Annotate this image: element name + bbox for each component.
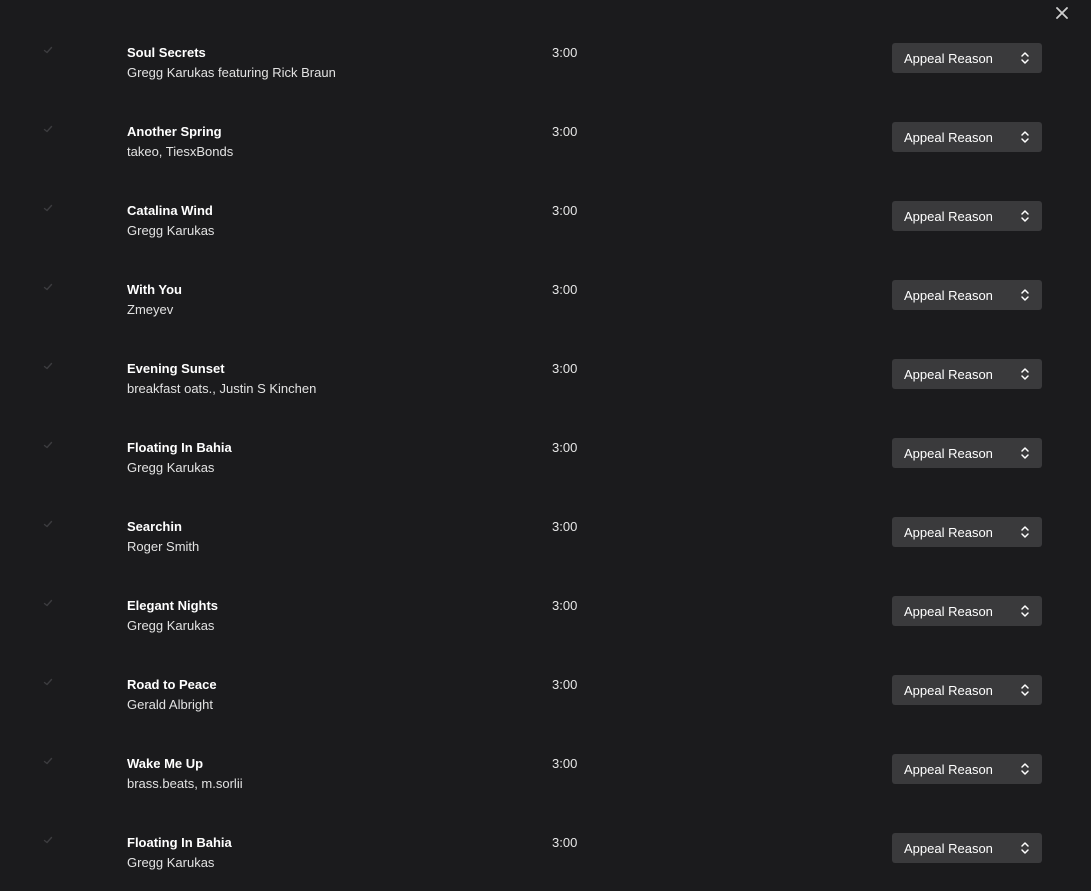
track-artist: Gregg Karukas bbox=[127, 223, 215, 238]
check-icon[interactable] bbox=[42, 122, 54, 134]
track-duration: 3:00 bbox=[552, 361, 578, 376]
check-icon[interactable] bbox=[42, 675, 54, 687]
appeal-reason-label: Appeal Reason bbox=[904, 129, 993, 145]
track-duration: 3:00 bbox=[552, 282, 578, 297]
track-row: With You Zmeyev 3:00 Appeal Reason bbox=[0, 280, 1091, 359]
track-title: Floating In Bahia bbox=[127, 835, 232, 850]
track-duration: 3:00 bbox=[552, 203, 578, 218]
track-title: Evening Sunset bbox=[127, 361, 225, 376]
chevron-up-down-icon bbox=[1020, 525, 1030, 539]
track-duration: 3:00 bbox=[552, 835, 578, 850]
track-artist: Roger Smith bbox=[127, 539, 200, 554]
appeal-reason-label: Appeal Reason bbox=[904, 603, 993, 619]
appeal-reason-select[interactable]: Appeal Reason bbox=[892, 675, 1042, 705]
check-icon[interactable] bbox=[42, 438, 54, 450]
track-title: Floating In Bahia bbox=[127, 440, 232, 455]
track-duration: 3:00 bbox=[552, 519, 578, 534]
appeal-reason-label: Appeal Reason bbox=[904, 840, 993, 856]
track-duration: 3:00 bbox=[552, 677, 578, 692]
check-icon[interactable] bbox=[42, 517, 54, 529]
appeal-reason-select[interactable]: Appeal Reason bbox=[892, 43, 1042, 73]
track-row: Elegant Nights Gregg Karukas 3:00 Appeal… bbox=[0, 596, 1091, 675]
appeal-reason-select[interactable]: Appeal Reason bbox=[892, 438, 1042, 468]
track-artist: takeo, TiesxBonds bbox=[127, 144, 234, 159]
track-title: Another Spring bbox=[127, 124, 222, 139]
track-row: Wake Me Up brass.beats, m.sorlii 3:00 Ap… bbox=[0, 754, 1091, 833]
track-artist: Gregg Karukas featuring Rick Braun bbox=[127, 65, 336, 80]
track-artist: Zmeyev bbox=[127, 302, 174, 317]
track-list: Soul Secrets Gregg Karukas featuring Ric… bbox=[0, 43, 1091, 891]
appeal-reason-label: Appeal Reason bbox=[904, 524, 993, 540]
track-title: Wake Me Up bbox=[127, 756, 204, 771]
appeal-reason-label: Appeal Reason bbox=[904, 445, 993, 461]
chevron-up-down-icon bbox=[1020, 841, 1030, 855]
check-icon[interactable] bbox=[42, 280, 54, 292]
chevron-up-down-icon bbox=[1020, 367, 1030, 381]
track-title: Searchin bbox=[127, 519, 182, 534]
appeal-reason-label: Appeal Reason bbox=[904, 761, 993, 777]
track-duration: 3:00 bbox=[552, 124, 578, 139]
track-row: Another Spring takeo, TiesxBonds 3:00 Ap… bbox=[0, 122, 1091, 201]
close-icon bbox=[1056, 7, 1068, 19]
track-title: Soul Secrets bbox=[127, 45, 206, 60]
check-icon[interactable] bbox=[42, 833, 54, 845]
check-icon[interactable] bbox=[42, 359, 54, 371]
appeal-reason-select[interactable]: Appeal Reason bbox=[892, 280, 1042, 310]
track-row: Searchin Roger Smith 3:00 Appeal Reason bbox=[0, 517, 1091, 596]
chevron-up-down-icon bbox=[1020, 762, 1030, 776]
track-duration: 3:00 bbox=[552, 598, 578, 613]
appeal-reason-select[interactable]: Appeal Reason bbox=[892, 833, 1042, 863]
track-duration: 3:00 bbox=[552, 45, 578, 60]
track-row: Road to Peace Gerald Albright 3:00 Appea… bbox=[0, 675, 1091, 754]
appeal-reason-label: Appeal Reason bbox=[904, 50, 993, 66]
chevron-up-down-icon bbox=[1020, 209, 1030, 223]
track-row: Floating In Bahia Gregg Karukas 3:00 App… bbox=[0, 438, 1091, 517]
appeal-reason-select[interactable]: Appeal Reason bbox=[892, 359, 1042, 389]
check-icon[interactable] bbox=[42, 43, 54, 55]
track-title: With You bbox=[127, 282, 183, 297]
track-artist: Gregg Karukas bbox=[127, 460, 215, 475]
appeal-reason-select[interactable]: Appeal Reason bbox=[892, 122, 1042, 152]
track-appeal-modal: Soul Secrets Gregg Karukas featuring Ric… bbox=[0, 0, 1091, 891]
appeal-reason-label: Appeal Reason bbox=[904, 682, 993, 698]
appeal-reason-select[interactable]: Appeal Reason bbox=[892, 754, 1042, 784]
chevron-up-down-icon bbox=[1020, 288, 1030, 302]
appeal-reason-select[interactable]: Appeal Reason bbox=[892, 201, 1042, 231]
appeal-reason-label: Appeal Reason bbox=[904, 366, 993, 382]
appeal-reason-select[interactable]: Appeal Reason bbox=[892, 517, 1042, 547]
track-artist: Gerald Albright bbox=[127, 697, 213, 712]
appeal-reason-label: Appeal Reason bbox=[904, 208, 993, 224]
track-artist: brass.beats, m.sorlii bbox=[127, 776, 243, 791]
chevron-up-down-icon bbox=[1020, 683, 1030, 697]
chevron-up-down-icon bbox=[1020, 130, 1030, 144]
track-title: Catalina Wind bbox=[127, 203, 213, 218]
chevron-up-down-icon bbox=[1020, 604, 1030, 618]
track-duration: 3:00 bbox=[552, 440, 578, 455]
track-row: Catalina Wind Gregg Karukas 3:00 Appeal … bbox=[0, 201, 1091, 280]
track-row: Soul Secrets Gregg Karukas featuring Ric… bbox=[0, 43, 1091, 122]
check-icon[interactable] bbox=[42, 596, 54, 608]
track-artist: Gregg Karukas bbox=[127, 855, 215, 870]
track-row: Evening Sunset breakfast oats., Justin S… bbox=[0, 359, 1091, 438]
track-artist: breakfast oats., Justin S Kinchen bbox=[127, 381, 317, 396]
appeal-reason-select[interactable]: Appeal Reason bbox=[892, 596, 1042, 626]
track-artist: Gregg Karukas bbox=[127, 618, 215, 633]
chevron-up-down-icon bbox=[1020, 446, 1030, 460]
chevron-up-down-icon bbox=[1020, 51, 1030, 65]
track-title: Elegant Nights bbox=[127, 598, 219, 613]
close-button[interactable] bbox=[1051, 2, 1073, 24]
appeal-reason-label: Appeal Reason bbox=[904, 287, 993, 303]
track-row: Floating In Bahia Gregg Karukas 3:00 App… bbox=[0, 833, 1091, 891]
check-icon[interactable] bbox=[42, 754, 54, 766]
track-title: Road to Peace bbox=[127, 677, 217, 692]
track-duration: 3:00 bbox=[552, 756, 578, 771]
check-icon[interactable] bbox=[42, 201, 54, 213]
